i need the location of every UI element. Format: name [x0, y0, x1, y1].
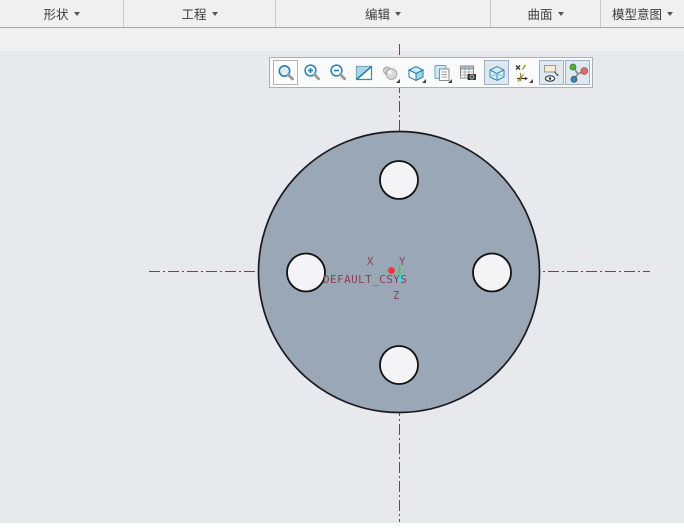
datum-display-filters-button[interactable]: [510, 60, 535, 85]
csys-label[interactable]: DEFAULT_CSYS: [323, 273, 407, 286]
bolt-hole-right: [473, 254, 511, 292]
menu-item-label: 模型意图: [612, 4, 662, 23]
spin-center-icon: [567, 62, 589, 84]
display-style-button[interactable]: [403, 60, 428, 85]
chevron-down-icon: [212, 12, 218, 16]
bolt-hole-left: [287, 254, 325, 292]
model-view: [0, 51, 684, 523]
view-manager-button[interactable]: [455, 60, 480, 85]
menu-item-engineering[interactable]: 工程: [124, 0, 276, 27]
status-bar: [0, 523, 684, 532]
axis-x-label: X: [367, 256, 373, 268]
axis-z-label: Z: [393, 290, 399, 302]
zoom-out-button[interactable]: [325, 60, 350, 85]
dropdown-corner-icon: [448, 79, 452, 83]
chevron-down-icon: [667, 12, 673, 16]
graphics-area[interactable]: DEFAULT_CSYS X Y Z: [0, 51, 684, 523]
ribbon-empty-strip: [0, 28, 684, 51]
zoom-fit-icon: [275, 62, 297, 84]
zoom-out-icon: [327, 62, 349, 84]
spin-center-button[interactable]: [565, 60, 590, 85]
saved-views-button[interactable]: [429, 60, 454, 85]
menu-item-label: 工程: [181, 4, 206, 23]
annotation-display-icon: [541, 62, 563, 84]
chevron-down-icon: [558, 12, 564, 16]
menu-item-shape[interactable]: 形状: [0, 0, 124, 27]
zoom-fit-button[interactable]: [273, 60, 298, 85]
dropdown-corner-icon: [422, 79, 426, 83]
annotation-display-button[interactable]: [539, 60, 564, 85]
cad-window: 形状 工程 编辑 曲面 模型意图: [0, 0, 684, 532]
view-manager-icon: [457, 62, 479, 84]
axis-y-label: Y: [399, 256, 405, 268]
chevron-down-icon: [395, 12, 401, 16]
menu-item-edit[interactable]: 编辑: [276, 0, 491, 27]
graphics-toolbar: [269, 57, 593, 88]
shading-style-button[interactable]: [377, 60, 402, 85]
menu-item-label: 曲面: [527, 4, 552, 23]
menu-item-model-intent[interactable]: 模型意图: [601, 0, 684, 27]
bolt-hole-bottom: [380, 346, 418, 384]
transparent-display-icon: [486, 62, 508, 84]
transparent-display-button[interactable]: [484, 60, 509, 85]
repaint-button[interactable]: [351, 60, 376, 85]
zoom-in-button[interactable]: [299, 60, 324, 85]
dropdown-corner-icon: [529, 79, 533, 83]
repaint-icon: [353, 62, 375, 84]
chevron-down-icon: [74, 12, 80, 16]
menu-item-label: 形状: [43, 4, 68, 23]
menu-item-label: 编辑: [365, 4, 390, 23]
bolt-hole-top: [380, 161, 418, 199]
zoom-in-icon: [301, 62, 323, 84]
menu-bar: 形状 工程 编辑 曲面 模型意图: [0, 0, 684, 28]
dropdown-corner-icon: [396, 79, 400, 83]
menu-item-surface[interactable]: 曲面: [491, 0, 601, 27]
